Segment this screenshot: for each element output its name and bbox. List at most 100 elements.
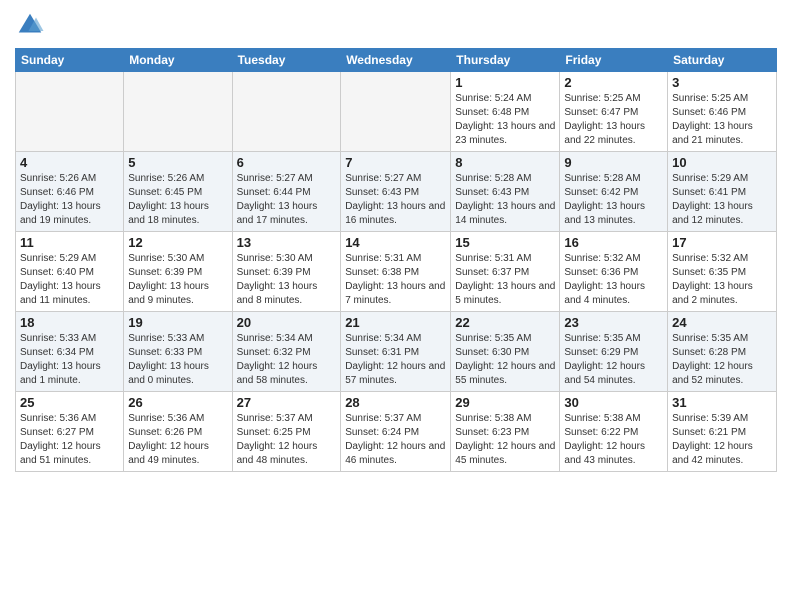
calendar-week-row: 18 Sunrise: 5:33 AM Sunset: 6:34 PM Dayli… bbox=[16, 312, 777, 392]
day-info: Sunrise: 5:34 AM Sunset: 6:31 PM Dayligh… bbox=[345, 332, 446, 388]
calendar-cell: 26Sunrise: 5:36 AM Sunset: 6:26 PM Dayli… bbox=[124, 392, 232, 472]
calendar-cell: 3 Sunrise: 5:25 AM Sunset: 6:46 PM Daylig… bbox=[668, 72, 777, 152]
calendar-cell: 31 Sunrise: 5:39 AM Sunset: 6:21 PM Dayli… bbox=[668, 392, 777, 472]
calendar-cell bbox=[16, 72, 124, 152]
day-info: Sunrise: 5:37 AM Sunset: 6:24 PM Dayligh… bbox=[345, 412, 446, 468]
day-info: Sunrise: 5:32 AM Sunset: 6:36 PM Dayligh… bbox=[564, 252, 663, 308]
calendar-cell bbox=[124, 72, 232, 152]
day-number: 27 bbox=[237, 395, 337, 410]
day-number: 18 bbox=[20, 315, 119, 330]
calendar-cell: 9 Sunrise: 5:28 AM Sunset: 6:42 PM Daylig… bbox=[560, 152, 668, 232]
day-number: 22 bbox=[455, 315, 555, 330]
day-number: 9 bbox=[564, 155, 663, 170]
calendar-cell: 24 Sunrise: 5:35 AM Sunset: 6:28 PM Dayli… bbox=[668, 312, 777, 392]
day-number: 21 bbox=[345, 315, 446, 330]
day-info: Sunrise: 5:38 AM Sunset: 6:22 PM Dayligh… bbox=[564, 412, 663, 468]
calendar-week-row: 4Sunrise: 5:26 AM Sunset: 6:46 PM Daylig… bbox=[16, 152, 777, 232]
day-info: Sunrise: 5:39 AM Sunset: 6:21 PM Dayligh… bbox=[672, 412, 772, 468]
day-number: 20 bbox=[237, 315, 337, 330]
day-info: Sunrise: 5:32 AM Sunset: 6:35 PM Dayligh… bbox=[672, 252, 772, 308]
day-number: 7 bbox=[345, 155, 446, 170]
day-info: Sunrise: 5:27 AM Sunset: 6:44 PM Dayligh… bbox=[237, 172, 337, 228]
day-info: Sunrise: 5:35 AM Sunset: 6:28 PM Dayligh… bbox=[672, 332, 772, 388]
calendar-cell bbox=[341, 72, 451, 152]
calendar-cell: 30 Sunrise: 5:38 AM Sunset: 6:22 PM Dayli… bbox=[560, 392, 668, 472]
calendar-cell: 28Sunrise: 5:37 AM Sunset: 6:24 PM Dayli… bbox=[341, 392, 451, 472]
logo bbox=[15, 10, 49, 40]
calendar-cell: 7 Sunrise: 5:27 AM Sunset: 6:43 PM Daylig… bbox=[341, 152, 451, 232]
calendar-day-header: Sunday bbox=[16, 49, 124, 72]
calendar-cell: 29Sunrise: 5:38 AM Sunset: 6:23 PM Dayli… bbox=[451, 392, 560, 472]
calendar-week-row: 25 Sunrise: 5:36 AM Sunset: 6:27 PM Dayli… bbox=[16, 392, 777, 472]
day-info: Sunrise: 5:38 AM Sunset: 6:23 PM Dayligh… bbox=[455, 412, 555, 468]
calendar-cell: 4Sunrise: 5:26 AM Sunset: 6:46 PM Daylig… bbox=[16, 152, 124, 232]
calendar-day-header: Friday bbox=[560, 49, 668, 72]
calendar-day-header: Tuesday bbox=[232, 49, 341, 72]
calendar-day-header: Wednesday bbox=[341, 49, 451, 72]
day-info: Sunrise: 5:26 AM Sunset: 6:45 PM Dayligh… bbox=[128, 172, 227, 228]
day-number: 8 bbox=[455, 155, 555, 170]
calendar-cell: 14 Sunrise: 5:31 AM Sunset: 6:38 PM Dayli… bbox=[341, 232, 451, 312]
day-number: 30 bbox=[564, 395, 663, 410]
header bbox=[15, 10, 777, 40]
day-info: Sunrise: 5:26 AM Sunset: 6:46 PM Dayligh… bbox=[20, 172, 119, 228]
calendar-cell: 16 Sunrise: 5:32 AM Sunset: 6:36 PM Dayli… bbox=[560, 232, 668, 312]
day-number: 19 bbox=[128, 315, 227, 330]
day-number: 26 bbox=[128, 395, 227, 410]
calendar-cell: 18 Sunrise: 5:33 AM Sunset: 6:34 PM Dayli… bbox=[16, 312, 124, 392]
day-number: 2 bbox=[564, 75, 663, 90]
calendar-cell: 5 Sunrise: 5:26 AM Sunset: 6:45 PM Daylig… bbox=[124, 152, 232, 232]
day-info: Sunrise: 5:33 AM Sunset: 6:34 PM Dayligh… bbox=[20, 332, 119, 388]
day-number: 6 bbox=[237, 155, 337, 170]
page: SundayMondayTuesdayWednesdayThursdayFrid… bbox=[0, 0, 792, 612]
day-info: Sunrise: 5:34 AM Sunset: 6:32 PM Dayligh… bbox=[237, 332, 337, 388]
calendar-cell bbox=[232, 72, 341, 152]
day-info: Sunrise: 5:29 AM Sunset: 6:40 PM Dayligh… bbox=[20, 252, 119, 308]
day-info: Sunrise: 5:30 AM Sunset: 6:39 PM Dayligh… bbox=[237, 252, 337, 308]
day-number: 25 bbox=[20, 395, 119, 410]
day-info: Sunrise: 5:30 AM Sunset: 6:39 PM Dayligh… bbox=[128, 252, 227, 308]
day-info: Sunrise: 5:36 AM Sunset: 6:27 PM Dayligh… bbox=[20, 412, 119, 468]
calendar-cell: 12 Sunrise: 5:30 AM Sunset: 6:39 PM Dayli… bbox=[124, 232, 232, 312]
calendar-cell: 23Sunrise: 5:35 AM Sunset: 6:29 PM Dayli… bbox=[560, 312, 668, 392]
day-number: 3 bbox=[672, 75, 772, 90]
logo-icon bbox=[15, 10, 45, 40]
calendar-cell: 17 Sunrise: 5:32 AM Sunset: 6:35 PM Dayli… bbox=[668, 232, 777, 312]
day-number: 24 bbox=[672, 315, 772, 330]
day-info: Sunrise: 5:27 AM Sunset: 6:43 PM Dayligh… bbox=[345, 172, 446, 228]
day-number: 15 bbox=[455, 235, 555, 250]
day-info: Sunrise: 5:31 AM Sunset: 6:37 PM Dayligh… bbox=[455, 252, 555, 308]
day-info: Sunrise: 5:28 AM Sunset: 6:42 PM Dayligh… bbox=[564, 172, 663, 228]
calendar-cell: 13Sunrise: 5:30 AM Sunset: 6:39 PM Dayli… bbox=[232, 232, 341, 312]
day-info: Sunrise: 5:31 AM Sunset: 6:38 PM Dayligh… bbox=[345, 252, 446, 308]
calendar-cell: 11Sunrise: 5:29 AM Sunset: 6:40 PM Dayli… bbox=[16, 232, 124, 312]
calendar-table: SundayMondayTuesdayWednesdayThursdayFrid… bbox=[15, 48, 777, 472]
calendar-cell: 22Sunrise: 5:35 AM Sunset: 6:30 PM Dayli… bbox=[451, 312, 560, 392]
calendar-cell: 27Sunrise: 5:37 AM Sunset: 6:25 PM Dayli… bbox=[232, 392, 341, 472]
day-info: Sunrise: 5:25 AM Sunset: 6:46 PM Dayligh… bbox=[672, 92, 772, 148]
day-info: Sunrise: 5:28 AM Sunset: 6:43 PM Dayligh… bbox=[455, 172, 555, 228]
calendar-cell: 10Sunrise: 5:29 AM Sunset: 6:41 PM Dayli… bbox=[668, 152, 777, 232]
calendar-day-header: Saturday bbox=[668, 49, 777, 72]
day-number: 5 bbox=[128, 155, 227, 170]
calendar-cell: 15 Sunrise: 5:31 AM Sunset: 6:37 PM Dayli… bbox=[451, 232, 560, 312]
day-number: 14 bbox=[345, 235, 446, 250]
calendar-cell: 20 Sunrise: 5:34 AM Sunset: 6:32 PM Dayli… bbox=[232, 312, 341, 392]
calendar-cell: 2 Sunrise: 5:25 AM Sunset: 6:47 PM Daylig… bbox=[560, 72, 668, 152]
calendar-cell: 6 Sunrise: 5:27 AM Sunset: 6:44 PM Daylig… bbox=[232, 152, 341, 232]
day-number: 31 bbox=[672, 395, 772, 410]
day-number: 1 bbox=[455, 75, 555, 90]
calendar-week-row: 1 Sunrise: 5:24 AM Sunset: 6:48 PM Daylig… bbox=[16, 72, 777, 152]
calendar-cell: 1 Sunrise: 5:24 AM Sunset: 6:48 PM Daylig… bbox=[451, 72, 560, 152]
day-number: 17 bbox=[672, 235, 772, 250]
day-info: Sunrise: 5:33 AM Sunset: 6:33 PM Dayligh… bbox=[128, 332, 227, 388]
calendar-cell: 25 Sunrise: 5:36 AM Sunset: 6:27 PM Dayli… bbox=[16, 392, 124, 472]
day-number: 12 bbox=[128, 235, 227, 250]
calendar-week-row: 11Sunrise: 5:29 AM Sunset: 6:40 PM Dayli… bbox=[16, 232, 777, 312]
calendar-cell: 8 Sunrise: 5:28 AM Sunset: 6:43 PM Daylig… bbox=[451, 152, 560, 232]
calendar-day-header: Thursday bbox=[451, 49, 560, 72]
day-number: 16 bbox=[564, 235, 663, 250]
day-info: Sunrise: 5:29 AM Sunset: 6:41 PM Dayligh… bbox=[672, 172, 772, 228]
day-info: Sunrise: 5:24 AM Sunset: 6:48 PM Dayligh… bbox=[455, 92, 555, 148]
day-info: Sunrise: 5:25 AM Sunset: 6:47 PM Dayligh… bbox=[564, 92, 663, 148]
